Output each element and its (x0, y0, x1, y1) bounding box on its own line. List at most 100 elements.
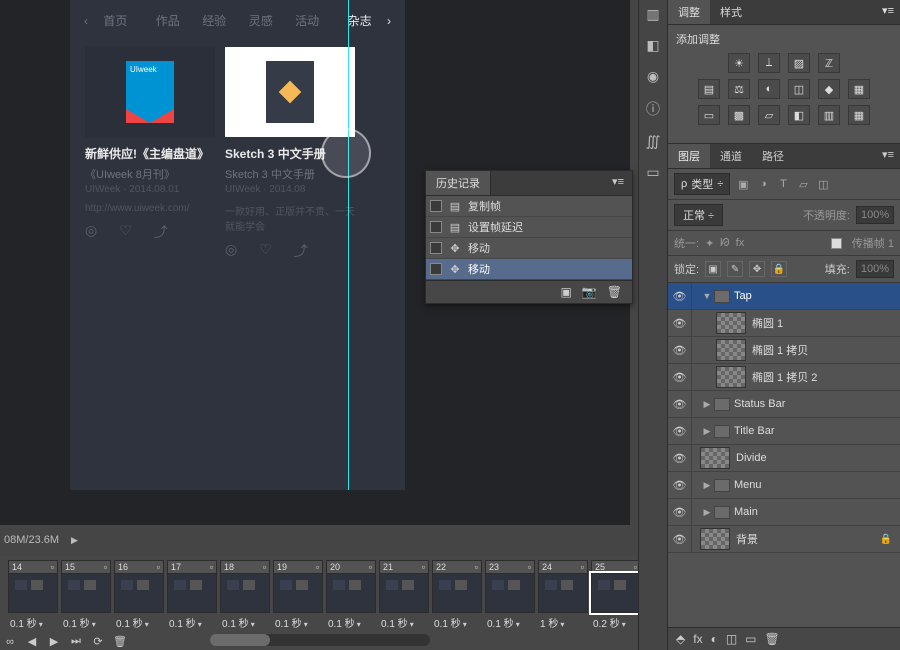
lock-icon[interactable]: 🔒 (880, 534, 892, 545)
timeline-frame[interactable]: 19▫0.1 秒 (273, 560, 323, 630)
prev-icon[interactable]: ◀ (24, 635, 40, 648)
fill-input[interactable]: 100% (856, 260, 894, 278)
layer-item[interactable]: 👁背景🔒 (668, 526, 900, 553)
trash-icon[interactable]: 🗑 (112, 635, 128, 648)
visibility-icon[interactable]: 👁 (668, 472, 692, 498)
layer-item[interactable]: 👁椭圆 1 拷贝 (668, 337, 900, 364)
new-layer-icon[interactable]: ▭ (745, 632, 756, 646)
filter-type-icon[interactable]: T (774, 175, 792, 193)
panel-menu-icon[interactable]: ▾≡ (876, 0, 900, 24)
layer-item[interactable]: 👁Divide (668, 445, 900, 472)
timeline-frame[interactable]: 23▫0.1 秒 (485, 560, 535, 630)
filter-type-icon[interactable]: ▣ (734, 175, 752, 193)
lock-icon[interactable]: ▣ (705, 261, 721, 277)
dock-icon[interactable]: ▭ (646, 164, 659, 181)
adjustment-preset-icon[interactable]: ☀ (728, 53, 750, 73)
timeline-frame[interactable]: 21▫0.1 秒 (379, 560, 429, 630)
adjustment-preset-icon[interactable]: ℤ (818, 53, 840, 73)
timeline-scrollbar[interactable] (210, 634, 430, 646)
timeline-frame[interactable]: 16▫0.1 秒 (114, 560, 164, 630)
scrollbar-thumb[interactable] (210, 634, 270, 646)
history-checkbox[interactable] (430, 200, 442, 212)
layer-group[interactable]: 👁▶Menu (668, 472, 900, 499)
unify-icon[interactable]: ᘙ (720, 237, 729, 250)
dock-icon[interactable]: ▥ (646, 6, 659, 23)
guide-line[interactable] (348, 0, 349, 490)
history-item[interactable]: ▤复制帧 (426, 196, 632, 217)
visibility-icon[interactable]: 👁 (668, 337, 692, 363)
timeline-frame[interactable]: 15▫0.1 秒 (61, 560, 111, 630)
adjustment-preset-icon[interactable]: ▦ (848, 105, 870, 125)
visibility-icon[interactable]: 👁 (668, 418, 692, 444)
create-doc-icon[interactable]: ▣ (560, 285, 571, 299)
visibility-icon[interactable]: 👁 (668, 310, 692, 336)
tab-adjust[interactable]: 调整 (668, 0, 710, 24)
adjustment-preset-icon[interactable]: ◐ (758, 79, 780, 99)
tween-icon[interactable]: ⟳ (90, 635, 106, 648)
history-tab[interactable]: 历史记录 (426, 171, 491, 195)
dock-icon[interactable]: ◉ (647, 68, 659, 85)
lock-icon[interactable]: 🔒 (771, 261, 787, 277)
filter-type-icon[interactable]: ◑ (754, 175, 772, 193)
propagate-checkbox[interactable] (831, 238, 842, 249)
adjustment-preset-icon[interactable]: ◆ (818, 79, 840, 99)
filter-type-icon[interactable]: ◫ (814, 175, 832, 193)
history-panel[interactable]: 历史记录 ▾≡ ▤复制帧▤设置帧延迟✥移动✥移动 ▣ 📷 🗑 (425, 170, 633, 304)
adjustment-preset-icon[interactable]: ▥ (818, 105, 840, 125)
visibility-icon[interactable]: 👁 (668, 526, 692, 552)
opacity-input[interactable]: 100% (856, 206, 894, 224)
unify-icon[interactable]: fx (736, 237, 745, 249)
history-item[interactable]: ✥移动 (426, 238, 632, 259)
disclosure-icon[interactable]: ▶ (700, 426, 714, 437)
layer-group[interactable]: 👁▶Main (668, 499, 900, 526)
panel-menu-icon[interactable]: ▾≡ (604, 171, 632, 195)
filter-type-icon[interactable]: ▱ (794, 175, 812, 193)
adjustment-preset-icon[interactable]: ⚖ (728, 79, 750, 99)
blend-mode-dropdown[interactable]: 正常 ÷ (674, 204, 723, 226)
visibility-icon[interactable]: 👁 (668, 499, 692, 525)
layer-group[interactable]: 👁▶Title Bar (668, 418, 900, 445)
adjustment-preset-icon[interactable]: ▱ (758, 105, 780, 125)
loop-icon[interactable]: ∞ (2, 636, 18, 648)
adjustment-preset-icon[interactable]: ⟘ (758, 53, 780, 73)
layer-item[interactable]: 👁椭圆 1 (668, 310, 900, 337)
disclosure-icon[interactable]: ▶ (700, 399, 714, 410)
tab-layers[interactable]: 图层 (668, 144, 710, 168)
visibility-icon[interactable]: 👁 (668, 391, 692, 417)
trash-icon[interactable]: 🗑 (607, 285, 622, 299)
layer-group[interactable]: 👁▼Tap (668, 283, 900, 310)
snapshot-icon[interactable]: 📷 (582, 285, 597, 299)
history-checkbox[interactable] (430, 221, 442, 233)
panel-menu-icon[interactable]: ▾≡ (876, 144, 900, 168)
visibility-icon[interactable]: 👁 (668, 364, 692, 390)
tab-paths[interactable]: 路径 (752, 144, 794, 168)
trash-icon[interactable]: 🗑 (765, 632, 780, 646)
visibility-icon[interactable]: 👁 (668, 445, 692, 471)
adjustment-preset-icon[interactable]: ▭ (698, 105, 720, 125)
fx-icon[interactable]: fx (693, 632, 702, 646)
adjustment-icon[interactable]: ◫ (726, 632, 737, 646)
timeline-frame[interactable]: 22▫0.1 秒 (432, 560, 482, 630)
status-arrow-icon[interactable]: ▶ (71, 535, 78, 546)
history-checkbox[interactable] (430, 263, 442, 275)
layer-item[interactable]: 👁椭圆 1 拷贝 2 (668, 364, 900, 391)
link-layers-icon[interactable]: ⬘ (676, 632, 685, 646)
history-item[interactable]: ▤设置帧延迟 (426, 217, 632, 238)
next-icon[interactable]: ⏭ (68, 635, 84, 648)
timeline-frame[interactable]: 25▫0.2 秒 (591, 560, 641, 630)
dock-icon[interactable]: ◧ (646, 37, 659, 54)
disclosure-icon[interactable]: ▼ (700, 291, 714, 301)
mask-icon[interactable]: ◐ (711, 632, 718, 646)
history-item[interactable]: ✥移动 (426, 259, 632, 280)
tab-channels[interactable]: 通道 (710, 144, 752, 168)
dock-icon[interactable]: ⓘ (646, 99, 660, 119)
lock-icon[interactable]: ✎ (727, 261, 743, 277)
adjustment-preset-icon[interactable]: ▦ (848, 79, 870, 99)
play-icon[interactable]: ▶ (46, 635, 62, 648)
dock-icon[interactable]: ∭ (646, 133, 661, 150)
timeline-frame[interactable]: 20▫0.1 秒 (326, 560, 376, 630)
adjustment-preset-icon[interactable]: ▨ (788, 53, 810, 73)
adjustment-preset-icon[interactable]: ◧ (788, 105, 810, 125)
visibility-icon[interactable]: 👁 (668, 283, 692, 309)
adjustment-preset-icon[interactable]: ▤ (698, 79, 720, 99)
